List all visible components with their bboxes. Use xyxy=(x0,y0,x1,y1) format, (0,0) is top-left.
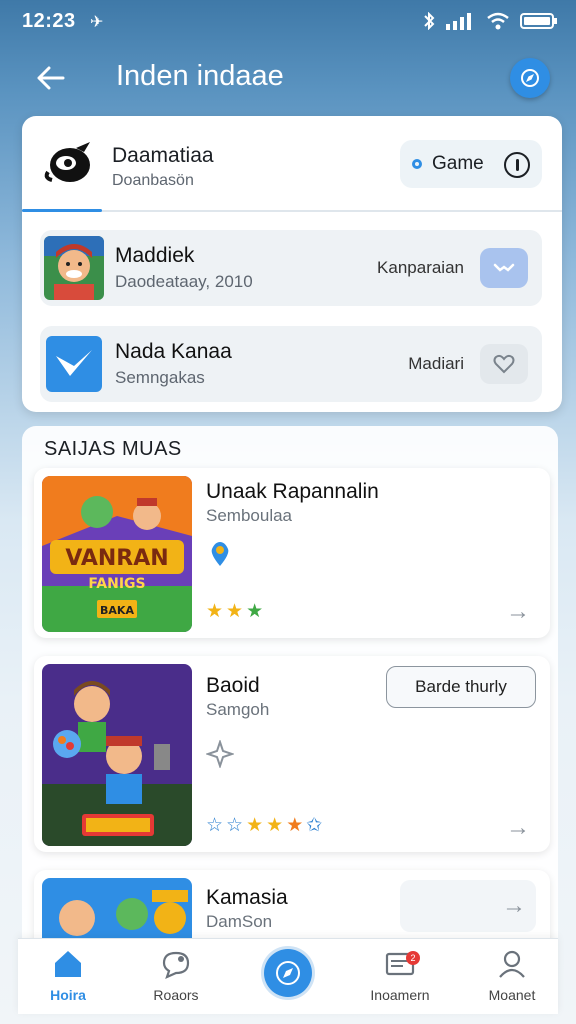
nav-label: Roaors xyxy=(153,987,199,1003)
bottom-nav: Hoira Roaors 2 Inoamern Moanet xyxy=(18,938,558,1014)
list-item[interactable]: Maddiek Daodeataay, 2010 Kanparaian xyxy=(40,230,542,306)
list-item[interactable]: Nada Kanaa Semngakas Madiari xyxy=(40,326,542,402)
star-icon: ☆ xyxy=(226,815,244,836)
cover-subtitle: FANIGS xyxy=(88,576,145,592)
star-icon: ★ xyxy=(246,815,264,836)
back-button[interactable] xyxy=(30,60,70,96)
item-action-label: Kanparaian xyxy=(377,258,464,277)
app-header: Inden indaae xyxy=(0,48,576,108)
status-icons xyxy=(422,12,558,30)
item-title: Nada Kanaa xyxy=(115,340,232,363)
star-icon: ★ xyxy=(226,601,244,622)
nav-inbox[interactable]: 2 Inoamern xyxy=(350,947,450,1011)
battery-icon xyxy=(520,13,557,29)
star-icon: ★ xyxy=(206,601,224,622)
cover-badge: BAKA xyxy=(100,604,134,617)
map-pin-icon xyxy=(211,542,229,566)
home-icon xyxy=(55,951,81,977)
game-subtitle: Samgoh xyxy=(206,700,270,719)
game-subtitle: Semboulaa xyxy=(206,506,293,525)
star-icon: ✩ xyxy=(306,815,323,836)
game-cover-image xyxy=(42,664,192,846)
heart-icon xyxy=(493,354,515,374)
arrow-left-icon xyxy=(37,66,65,90)
brand-logo-icon xyxy=(44,142,90,182)
compass-icon xyxy=(276,961,300,985)
nav-reviews[interactable]: Roaors xyxy=(126,947,226,1011)
cover-title: VANRAN xyxy=(65,546,168,571)
game-pill-label: Game xyxy=(432,153,484,174)
game-cover-image: VANRAN FANIGS BAKA xyxy=(42,476,192,632)
nav-label: Inoamern xyxy=(370,987,430,1003)
arrow-right-icon[interactable]: → xyxy=(400,880,536,932)
item-subtitle: Daodeataay, 2010 xyxy=(115,272,253,291)
status-dot-icon xyxy=(412,159,422,169)
wifi-icon xyxy=(487,12,509,30)
notification-badge: 2 xyxy=(406,951,420,965)
featured-card: Daamatiaa Doanbasön Game Maddiek Daodeat… xyxy=(22,116,562,412)
star-icon: ★ xyxy=(286,815,304,836)
star-icon: ☆ xyxy=(206,815,224,836)
info-icon[interactable] xyxy=(504,152,530,178)
section-title: SAIJAS MUAS xyxy=(44,438,182,460)
star-icon: ★ xyxy=(266,815,284,836)
page-title: Inden indaae xyxy=(116,60,284,92)
game-title: Kamasia xyxy=(206,886,288,909)
sparkle-icon xyxy=(206,740,234,768)
game-card[interactable]: VANRAN FANIGS BAKA Unaak Rapannalin Semb… xyxy=(34,468,550,638)
tab-indicator xyxy=(22,209,102,212)
nav-home[interactable]: Hoira xyxy=(18,947,118,1011)
chat-button[interactable] xyxy=(480,248,528,288)
star-rating: ☆ ☆ ★ ★ ★ ✩ xyxy=(206,814,322,837)
avatar xyxy=(44,236,104,300)
nav-explore-button[interactable] xyxy=(264,949,312,997)
status-bar: 12:23 ✈ xyxy=(0,0,576,44)
item-action-label: Madiari xyxy=(408,354,464,373)
game-subtitle: DamSon xyxy=(206,912,273,931)
featured-subtitle: Doanbasön xyxy=(112,172,194,189)
signal-icon xyxy=(446,13,471,30)
featured-card-header: Daamatiaa Doanbasön Game xyxy=(22,116,562,212)
game-card[interactable]: Baoid Samgoh Barde thurly ☆ ☆ ★ ★ ★ ✩ → xyxy=(34,656,550,852)
nav-label: Moanet xyxy=(488,987,536,1003)
featured-title: Daamatiaa xyxy=(112,144,214,167)
arrow-right-icon[interactable]: → xyxy=(506,598,530,626)
game-action-button[interactable]: Barde thurly xyxy=(386,666,536,708)
chat-icon xyxy=(493,263,515,272)
game-title: Unaak Rapannalin xyxy=(206,480,379,503)
chat-icon xyxy=(162,951,190,980)
bluetooth-icon xyxy=(424,12,435,30)
nav-profile[interactable]: Moanet xyxy=(462,947,562,1011)
header-action-button[interactable] xyxy=(510,58,550,98)
compass-icon xyxy=(521,69,539,87)
star-rating: ★ ★ ★ xyxy=(206,600,263,623)
location-icon: ✈ xyxy=(90,14,104,31)
item-title: Maddiek xyxy=(115,244,195,267)
game-title: Baoid xyxy=(206,674,260,697)
game-filter-pill[interactable]: Game xyxy=(400,140,542,188)
profile-icon xyxy=(499,950,525,978)
status-time: 12:23 xyxy=(22,10,76,32)
item-subtitle: Semngakas xyxy=(115,368,205,387)
nav-label: Hoira xyxy=(50,987,86,1003)
favorite-button[interactable] xyxy=(480,344,528,384)
arrow-right-icon[interactable]: → xyxy=(506,814,530,842)
app-icon xyxy=(46,336,102,392)
star-icon: ★ xyxy=(246,601,264,622)
